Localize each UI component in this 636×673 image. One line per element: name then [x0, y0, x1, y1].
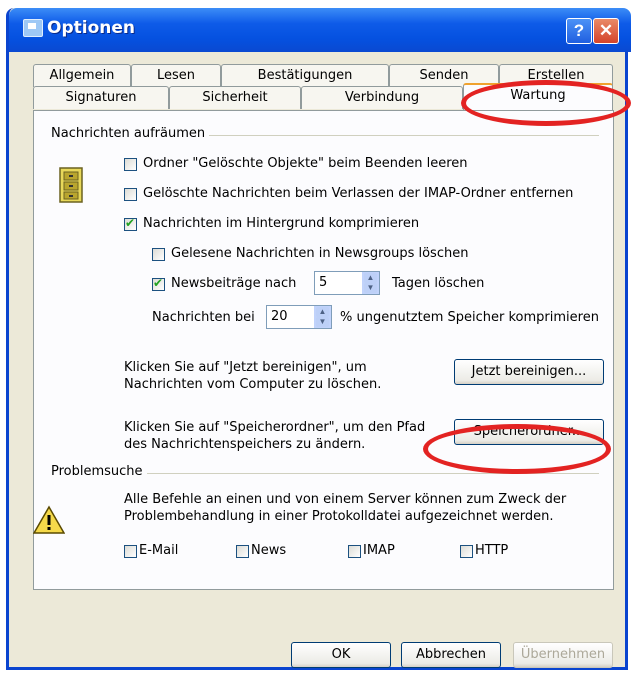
label-delete-read-news: Gelesene Nachrichten in Newsgroups lösch… — [171, 246, 469, 261]
file-cabinet-icon — [59, 167, 83, 203]
label-delete-news-after: Newsbeiträge nach — [171, 276, 297, 291]
checkbox-empty-deleted[interactable] — [124, 158, 137, 171]
troubleshoot-text-line2: Problembehandlung in einer Protokolldate… — [124, 509, 554, 524]
news-days-spinner[interactable]: 5 ▲ ▼ — [314, 271, 380, 295]
checkbox-delete-news-after[interactable] — [152, 276, 165, 291]
spin-up-icon[interactable]: ▲ — [316, 307, 329, 317]
window-title: Optionen — [47, 18, 135, 38]
news-days-value: 5 — [319, 275, 328, 290]
checkbox-log-news[interactable] — [236, 545, 249, 558]
checkbox-purge-imap[interactable] — [124, 188, 137, 201]
label-empty-deleted: Ordner "Gelöschte Objekte" beim Beenden … — [143, 156, 468, 171]
tab-verbindung[interactable]: Verbindung — [301, 86, 463, 109]
label-log-news: News — [251, 543, 287, 558]
checkbox-log-http[interactable] — [460, 545, 473, 558]
tab-lesen[interactable]: Lesen — [131, 64, 221, 87]
highlight-ellipse-store-folder — [423, 424, 611, 474]
compress-percent-value: 20 — [271, 309, 288, 324]
group-divider — [194, 135, 599, 136]
options-window: Optionen ? ✕ Allgemein Lesen Bestätigung… — [6, 8, 631, 670]
spin-down-icon[interactable]: ▼ — [316, 317, 329, 327]
help-button[interactable]: ? — [566, 18, 592, 44]
compress-suffix: % ungenutztem Speicher komprimieren — [340, 310, 599, 325]
checkbox-delete-read-news[interactable] — [152, 248, 165, 261]
label-log-email: E-Mail — [139, 543, 179, 558]
compress-percent-spinner[interactable]: 20 ▲ ▼ — [266, 305, 332, 329]
warning-icon — [33, 505, 65, 534]
store-text-line2: des Nachrichtenspeichers zu ändern. — [124, 437, 366, 452]
label-log-imap: IMAP — [363, 543, 395, 558]
outlook-express-icon — [23, 19, 43, 37]
wartung-panel: Nachrichten aufräumen Ordner "Gelöschte … — [33, 110, 614, 590]
group-label-troubleshooting: Problemsuche — [51, 464, 147, 479]
checkbox-compact-background[interactable] — [124, 216, 137, 231]
group-label-cleanup: Nachrichten aufräumen — [51, 126, 210, 141]
cancel-button[interactable]: Abbrechen — [401, 642, 501, 668]
troubleshoot-text-line1: Alle Befehle an einen und von einem Serv… — [124, 492, 567, 507]
news-days-suffix: Tagen löschen — [392, 276, 485, 291]
store-text-line1: Klicken Sie auf "Speicherordner", um den… — [124, 420, 426, 435]
clean-text-line2: Nachrichten vom Computer zu löschen. — [124, 377, 382, 392]
ok-button[interactable]: OK — [291, 642, 391, 668]
spin-up-icon[interactable]: ▲ — [364, 273, 377, 283]
dialog-client-area: Allgemein Lesen Bestätigungen Senden Ers… — [9, 52, 631, 668]
label-log-http: HTTP — [475, 543, 509, 558]
close-button[interactable]: ✕ — [593, 18, 619, 44]
label-purge-imap: Gelöschte Nachrichten beim Verlassen der… — [143, 186, 574, 201]
title-bar[interactable]: Optionen ? ✕ — [9, 8, 631, 52]
compress-prefix: Nachrichten bei — [152, 310, 255, 325]
highlight-ellipse-wartung — [461, 80, 631, 126]
tab-signaturen[interactable]: Signaturen — [33, 86, 169, 109]
clean-now-button[interactable]: Jetzt bereinigen... — [454, 359, 604, 385]
checkbox-log-email[interactable] — [124, 545, 137, 558]
tab-bestaetigungen[interactable]: Bestätigungen — [221, 64, 389, 87]
label-compact-background: Nachrichten im Hintergrund komprimieren — [143, 216, 420, 231]
checkbox-log-imap[interactable] — [348, 545, 361, 558]
clean-text-line1: Klicken Sie auf "Jetzt bereinigen", um — [124, 360, 367, 375]
tab-sicherheit[interactable]: Sicherheit — [169, 86, 301, 109]
apply-button[interactable]: Übernehmen — [513, 642, 613, 668]
tab-allgemein[interactable]: Allgemein — [33, 64, 131, 87]
spin-down-icon[interactable]: ▼ — [364, 283, 377, 293]
